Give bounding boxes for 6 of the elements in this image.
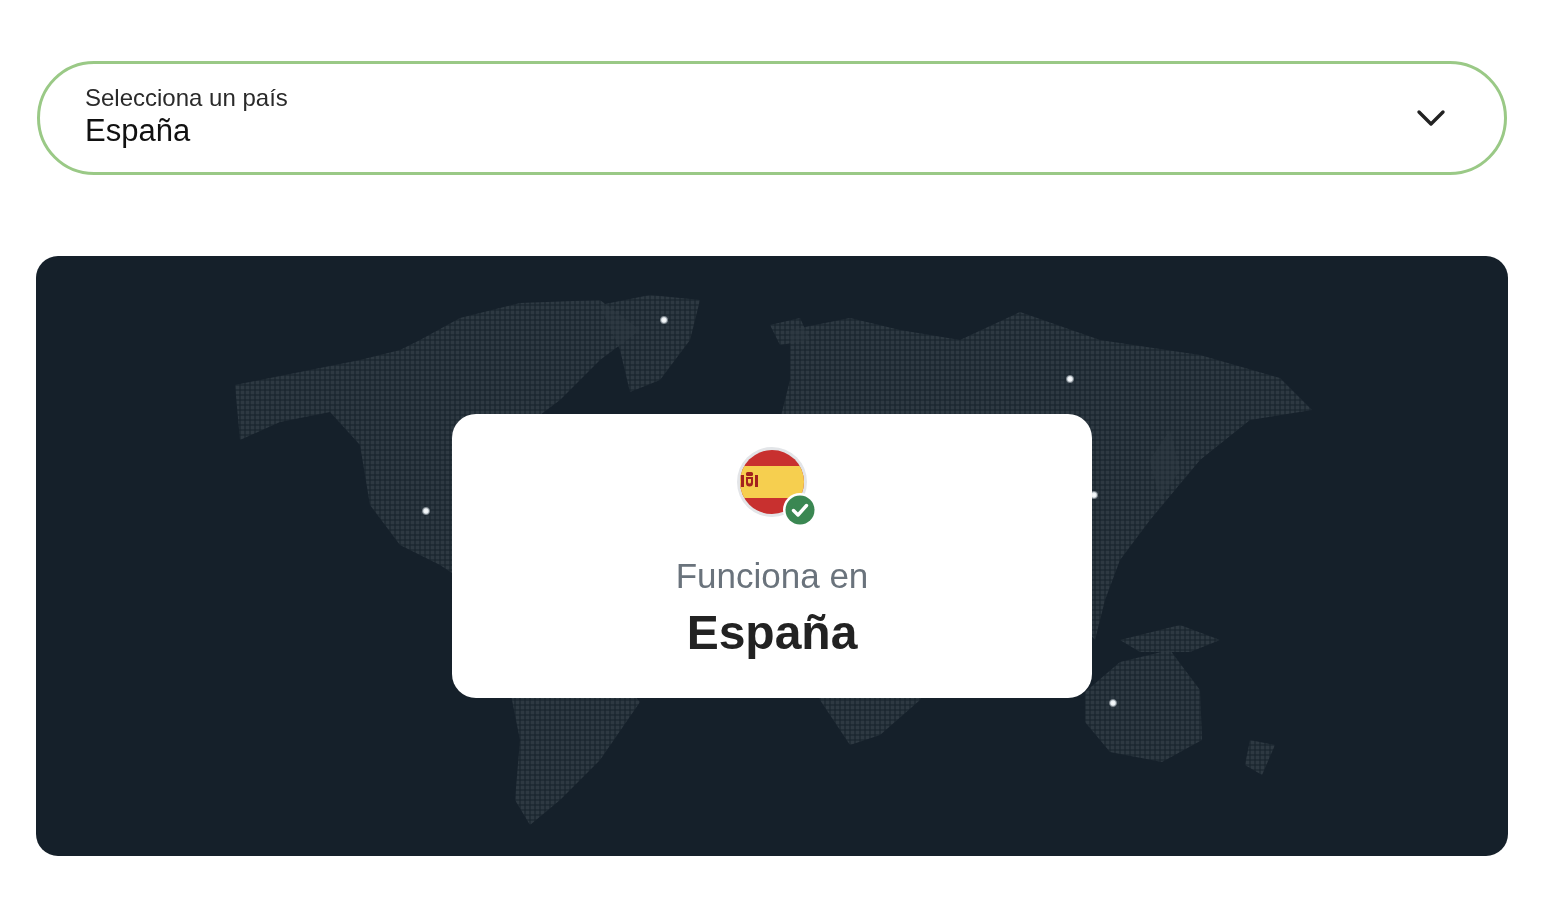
selected-value: España [85, 112, 191, 149]
country-select[interactable]: Selecciona un país España [37, 61, 1507, 175]
flag-icon [736, 446, 808, 518]
select-label: Selecciona un país [85, 83, 288, 112]
coverage-caption: Funciona en [675, 556, 869, 596]
country-name: España [686, 606, 858, 660]
